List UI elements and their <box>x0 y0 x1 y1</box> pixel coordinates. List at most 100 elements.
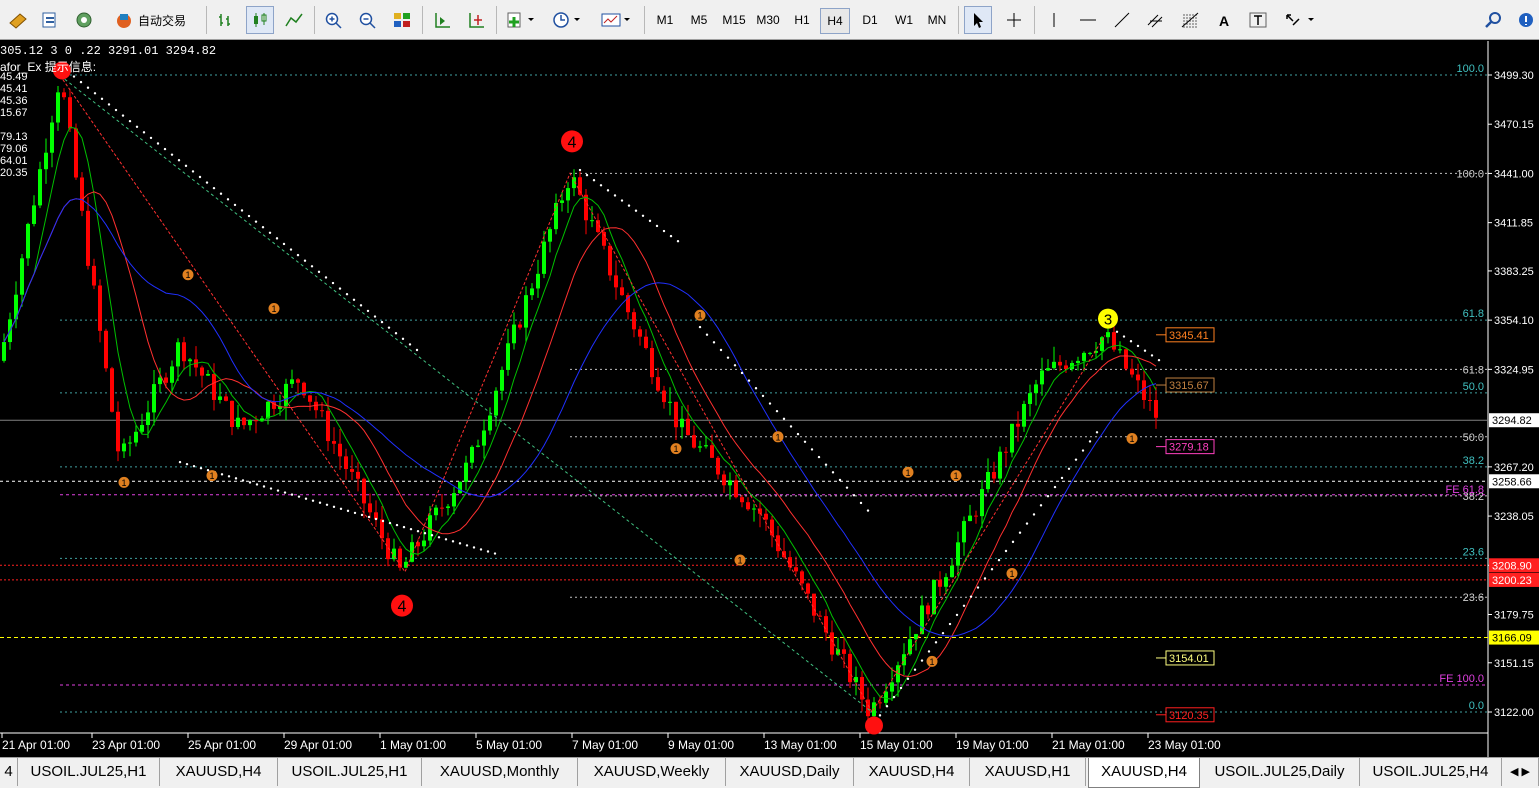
sar-dot <box>324 276 328 279</box>
candle-up <box>218 396 222 400</box>
sar-dot <box>831 471 835 474</box>
indicator-value: 79.13 <box>0 131 28 143</box>
candle-up <box>470 446 474 463</box>
cursor-icon[interactable] <box>964 6 992 34</box>
tab-xauusd-weekly[interactable]: XAUUSD,Weekly <box>578 758 726 786</box>
autotrade-button[interactable]: 自动交易 <box>104 6 196 34</box>
arrows-dropdown[interactable] <box>1280 6 1320 34</box>
crosshair-icon[interactable] <box>1000 6 1028 34</box>
timeframe-d1[interactable]: D1 <box>856 8 884 32</box>
tab-xauusd-h4-active[interactable]: XAUUSD,H4 <box>1088 758 1200 788</box>
candle-down <box>200 367 204 376</box>
wave-marker-4: 4 <box>568 134 577 151</box>
timeframe-m15[interactable]: M15 <box>718 8 750 32</box>
fib-level-label: 100.0 <box>1456 168 1484 180</box>
sar-dot <box>852 494 856 497</box>
timeframe-m1[interactable]: M1 <box>650 8 680 32</box>
tab-xauusd-h1[interactable]: XAUUSD,H1 <box>970 758 1086 786</box>
bar-chart-icon[interactable] <box>212 6 240 34</box>
new-order-icon[interactable] <box>4 6 32 34</box>
candle-up <box>536 273 540 289</box>
sar-dot <box>1157 358 1161 362</box>
text-icon[interactable]: A <box>1210 6 1238 34</box>
candle-up <box>284 383 288 407</box>
sar-dot <box>296 253 300 257</box>
candle-up <box>944 577 948 587</box>
sar-dot <box>493 552 497 555</box>
line-chart-icon[interactable] <box>280 6 308 34</box>
candle-down <box>800 571 804 584</box>
sar-dot <box>1115 330 1119 333</box>
fibonacci-icon[interactable] <box>1176 6 1204 34</box>
market-watch-icon[interactable] <box>36 6 64 34</box>
timeframe-mn[interactable]: MN <box>922 8 952 32</box>
sar-dot <box>782 417 786 421</box>
timeframe-h1[interactable]: H1 <box>788 8 816 32</box>
periods-dropdown[interactable] <box>548 6 586 34</box>
tab-xauusd-h4[interactable]: XAUUSD,H4 <box>160 758 278 786</box>
candle-down <box>1058 361 1062 366</box>
trendline-icon[interactable] <box>1108 6 1136 34</box>
tab-usoil-h1[interactable]: USOIL.JUL25,H1 <box>18 758 160 786</box>
candlestick-chart-icon[interactable] <box>246 6 274 34</box>
timeframe-h4[interactable]: H4 <box>820 8 850 34</box>
time-tick-label: 9 May 01:00 <box>668 738 734 752</box>
tab-scroll-arrows[interactable]: ◀ ▶ <box>1502 758 1539 786</box>
zoom-out-icon[interactable] <box>354 6 382 34</box>
sar-dot <box>655 224 659 228</box>
candle-up <box>1100 337 1104 351</box>
price-chart[interactable]: 100.0 61.8 50.0 38.2 23.6 0.0 100.0 61.8 38.2 23.… <box>0 41 1539 757</box>
sar-dot <box>458 542 462 545</box>
candle-up <box>158 377 162 385</box>
sub-wave-marker: 1 <box>929 657 934 667</box>
tab-xauusd-daily[interactable]: XAUUSD,Daily <box>726 758 854 786</box>
candle-up <box>698 446 702 448</box>
toolbar-divider <box>644 6 645 34</box>
chart-shift-icon[interactable] <box>462 6 490 34</box>
auto-scroll-icon[interactable] <box>428 6 456 34</box>
candle-up <box>506 343 510 370</box>
sar-dot <box>381 519 385 523</box>
candle-down <box>674 401 678 428</box>
templates-dropdown[interactable] <box>596 6 636 34</box>
candle-up <box>458 481 462 494</box>
time-tick-label: 23 May 01:00 <box>1148 738 1221 752</box>
tab-xauusd-h4[interactable]: XAUUSD,H4 <box>854 758 970 786</box>
sar-dot <box>395 523 399 527</box>
sub-wave-marker: 1 <box>737 556 742 566</box>
signals-icon[interactable] <box>70 6 98 34</box>
sar-dot <box>578 168 582 172</box>
toolbar-divider <box>1034 6 1035 34</box>
horizontal-line-icon[interactable] <box>1074 6 1102 34</box>
help-icon[interactable] <box>1512 6 1539 34</box>
tile-windows-icon[interactable] <box>388 6 416 34</box>
tab-usoil-h4[interactable]: USOIL.JUL25,H4 <box>1360 758 1502 786</box>
price-tick-label: 3411.85 <box>1494 218 1533 230</box>
sar-dot <box>142 131 146 134</box>
indicator-value: 45.41 <box>0 83 28 95</box>
search-icon[interactable] <box>1480 6 1508 34</box>
tab-usoil-h1[interactable]: USOIL.JUL25,H1 <box>278 758 422 786</box>
candle-down <box>1136 374 1140 381</box>
indicators-dropdown[interactable] <box>502 6 540 34</box>
candle-up <box>1040 370 1044 385</box>
sar-dot <box>366 309 370 313</box>
zoom-in-icon[interactable] <box>320 6 348 34</box>
candle-down <box>1004 451 1008 453</box>
timeframe-w1[interactable]: W1 <box>890 8 918 32</box>
tab-xauusd-monthly[interactable]: XAUUSD,Monthly <box>422 758 578 786</box>
text-label-icon[interactable] <box>1244 6 1272 34</box>
sar-dot <box>585 173 589 177</box>
timeframe-m30[interactable]: M30 <box>752 8 784 32</box>
timeframe-m5[interactable]: M5 <box>684 8 714 32</box>
tab-usoil-daily[interactable]: USOIL.JUL25,Daily <box>1200 758 1360 786</box>
candle-down <box>614 275 618 288</box>
candle-up <box>524 295 528 328</box>
current-price-tag: 3294.82 <box>1492 415 1532 427</box>
vertical-line-icon[interactable] <box>1040 6 1068 34</box>
channel-icon[interactable] <box>1142 6 1170 34</box>
chart-canvas[interactable]: 100.061.850.038.223.60.0100.061.838.223.… <box>0 41 1539 757</box>
sar-dot <box>191 170 195 173</box>
arrows-icon <box>1286 14 1314 26</box>
tab-scroll-left[interactable]: 4 <box>0 758 18 786</box>
